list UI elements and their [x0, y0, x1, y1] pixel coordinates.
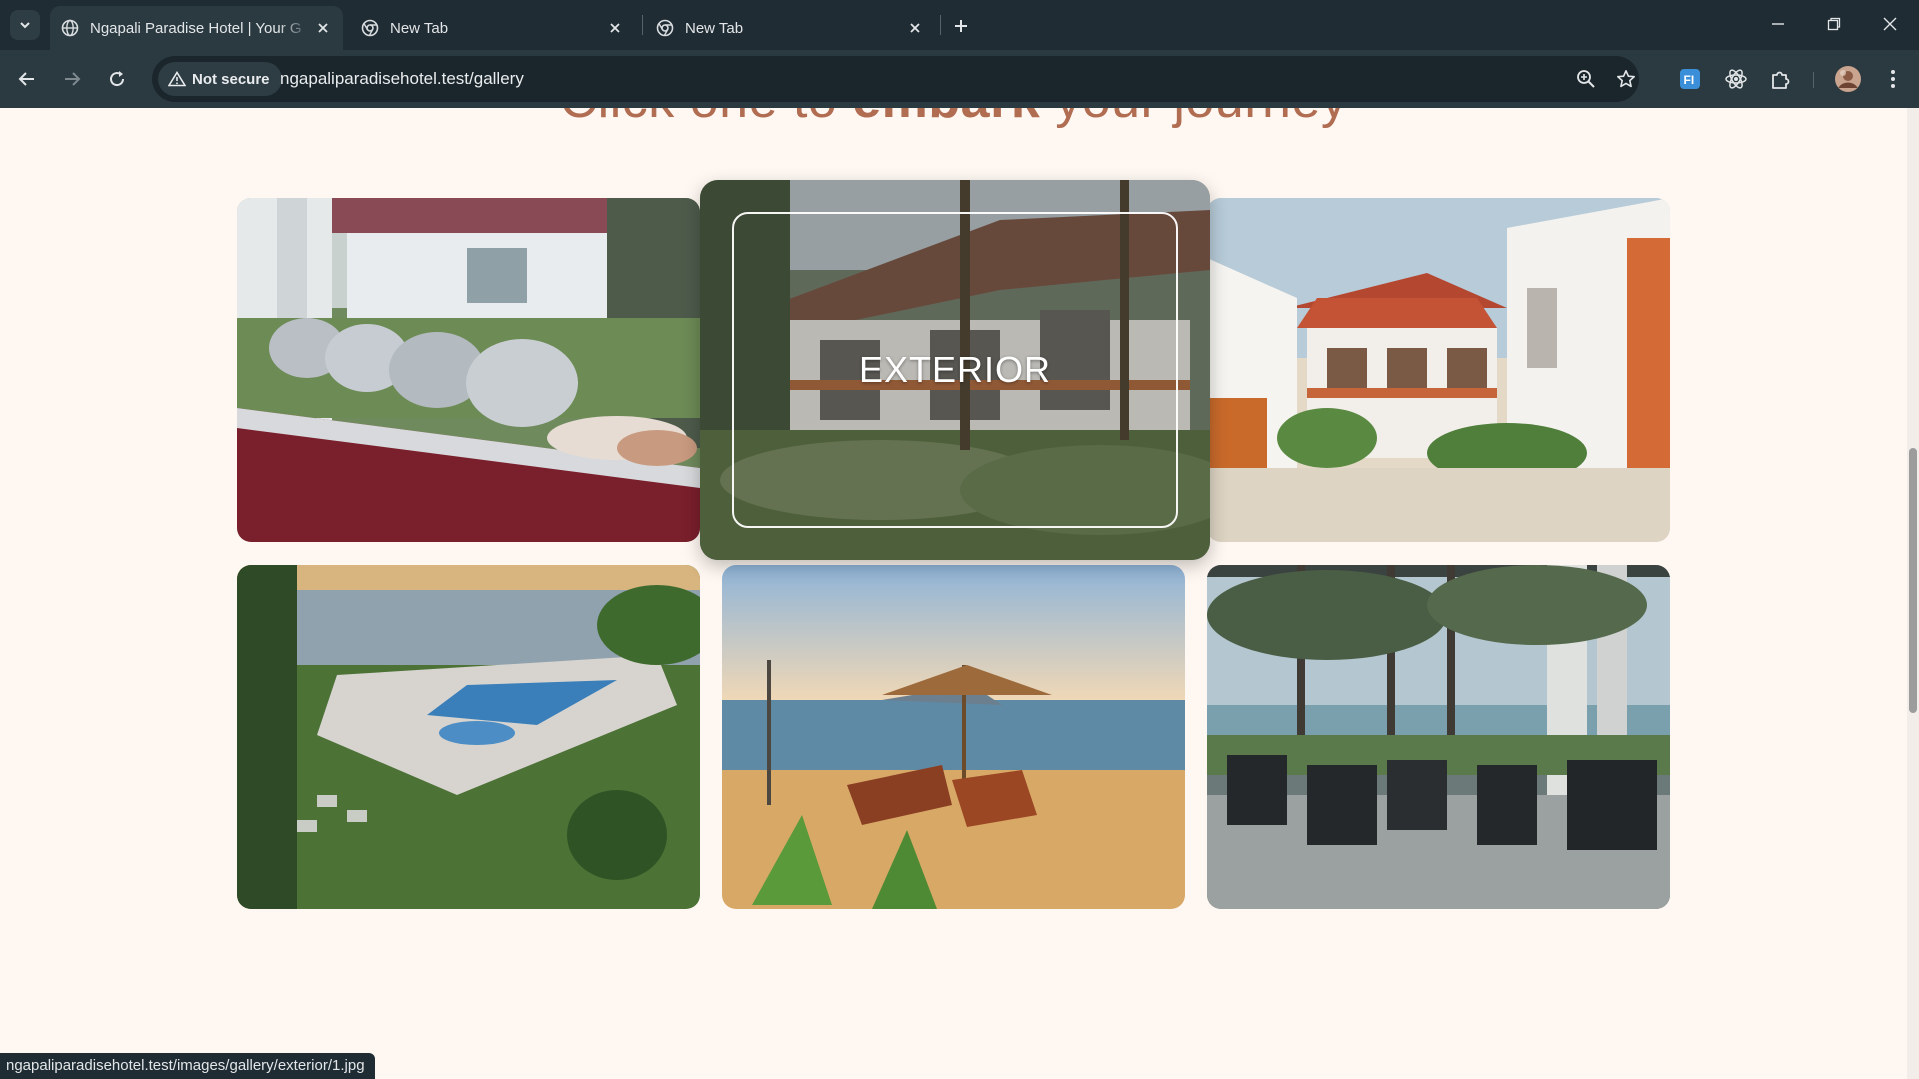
restaurant-photo[interactable]	[1207, 565, 1670, 909]
restore-icon	[1827, 17, 1841, 31]
tab-divider	[940, 15, 941, 35]
hover-frame: EXTERIOR	[732, 212, 1178, 528]
forward-button[interactable]	[57, 64, 87, 94]
page-scrollbar[interactable]	[1907, 108, 1919, 1079]
kebab-menu-icon[interactable]	[1878, 64, 1908, 94]
tab-title: New Tab	[390, 19, 449, 37]
zoom-icon[interactable]	[1572, 65, 1600, 93]
minimize-icon	[1772, 23, 1784, 25]
gallery-page: Click one to embark your journey	[0, 108, 1907, 1079]
close-icon[interactable]	[603, 16, 627, 40]
url-text[interactable]: ngapaliparadisehotel.test/gallery	[280, 69, 524, 89]
chevron-down-icon	[20, 22, 30, 29]
tab-title: New Tab	[685, 19, 744, 37]
scrollbar-thumb[interactable]	[1909, 448, 1917, 713]
reload-icon	[110, 71, 125, 87]
reload-button[interactable]	[102, 64, 132, 94]
plus-icon	[955, 20, 967, 32]
close-icon	[1883, 17, 1897, 31]
star-icon[interactable]	[1612, 65, 1640, 93]
restore-button[interactable]	[1814, 8, 1854, 40]
heading-text-post: your journey	[1040, 108, 1347, 129]
tab-search-button[interactable]	[10, 10, 40, 40]
chrome-icon	[360, 18, 380, 38]
svg-text:FI: FI	[1684, 73, 1695, 87]
heading-text-pre: Click one to	[560, 108, 853, 129]
tab-ngapali[interactable]: Ngapali Paradise Hotel | Your G	[50, 6, 343, 50]
warning-icon	[168, 71, 186, 87]
avatar[interactable]	[1833, 64, 1863, 94]
buffet-photo[interactable]	[237, 198, 700, 542]
security-chip[interactable]: Not secure	[158, 62, 282, 96]
toolbar-divider	[1813, 72, 1814, 88]
new-tab-button[interactable]	[947, 12, 975, 40]
chrome-icon	[655, 18, 675, 38]
minimize-button[interactable]	[1758, 8, 1798, 40]
security-label: Not secure	[192, 70, 270, 88]
forward-icon	[65, 72, 81, 86]
hover-label: EXTERIOR	[858, 349, 1052, 390]
close-window-button[interactable]	[1870, 8, 1910, 40]
puzzle-icon[interactable]	[1766, 64, 1796, 94]
status-bar: ngapaliparadisehotel.test/images/gallery…	[0, 1053, 375, 1079]
address-bar[interactable]: Not secure ngapaliparadisehotel.test/gal…	[152, 56, 1639, 102]
tab-divider	[642, 15, 643, 35]
exterior-photo[interactable]: EXTERIOR	[700, 180, 1210, 560]
tab-strip: Ngapali Paradise Hotel | Your G New Tab …	[0, 0, 1919, 50]
extension-fi-icon[interactable]: FI	[1675, 64, 1705, 94]
bungalow-photo[interactable]	[1207, 198, 1670, 542]
browser-toolbar: Not secure ngapaliparadisehotel.test/gal…	[0, 50, 1919, 108]
pool-photo[interactable]	[237, 565, 700, 909]
close-icon[interactable]	[311, 16, 335, 40]
back-button[interactable]	[12, 64, 42, 94]
beach-photo[interactable]	[722, 565, 1185, 909]
tab-title: Ngapali Paradise Hotel | Your G	[90, 19, 302, 37]
close-icon[interactable]	[903, 16, 927, 40]
gallery-heading: Click one to embark your journey	[0, 108, 1907, 130]
heading-text-bold: embark	[852, 108, 1040, 129]
globe-icon	[60, 18, 80, 38]
tab-new-1[interactable]: New Tab	[350, 6, 635, 50]
back-icon	[18, 72, 34, 86]
tab-new-2[interactable]: New Tab	[645, 6, 935, 50]
react-icon[interactable]	[1721, 64, 1751, 94]
